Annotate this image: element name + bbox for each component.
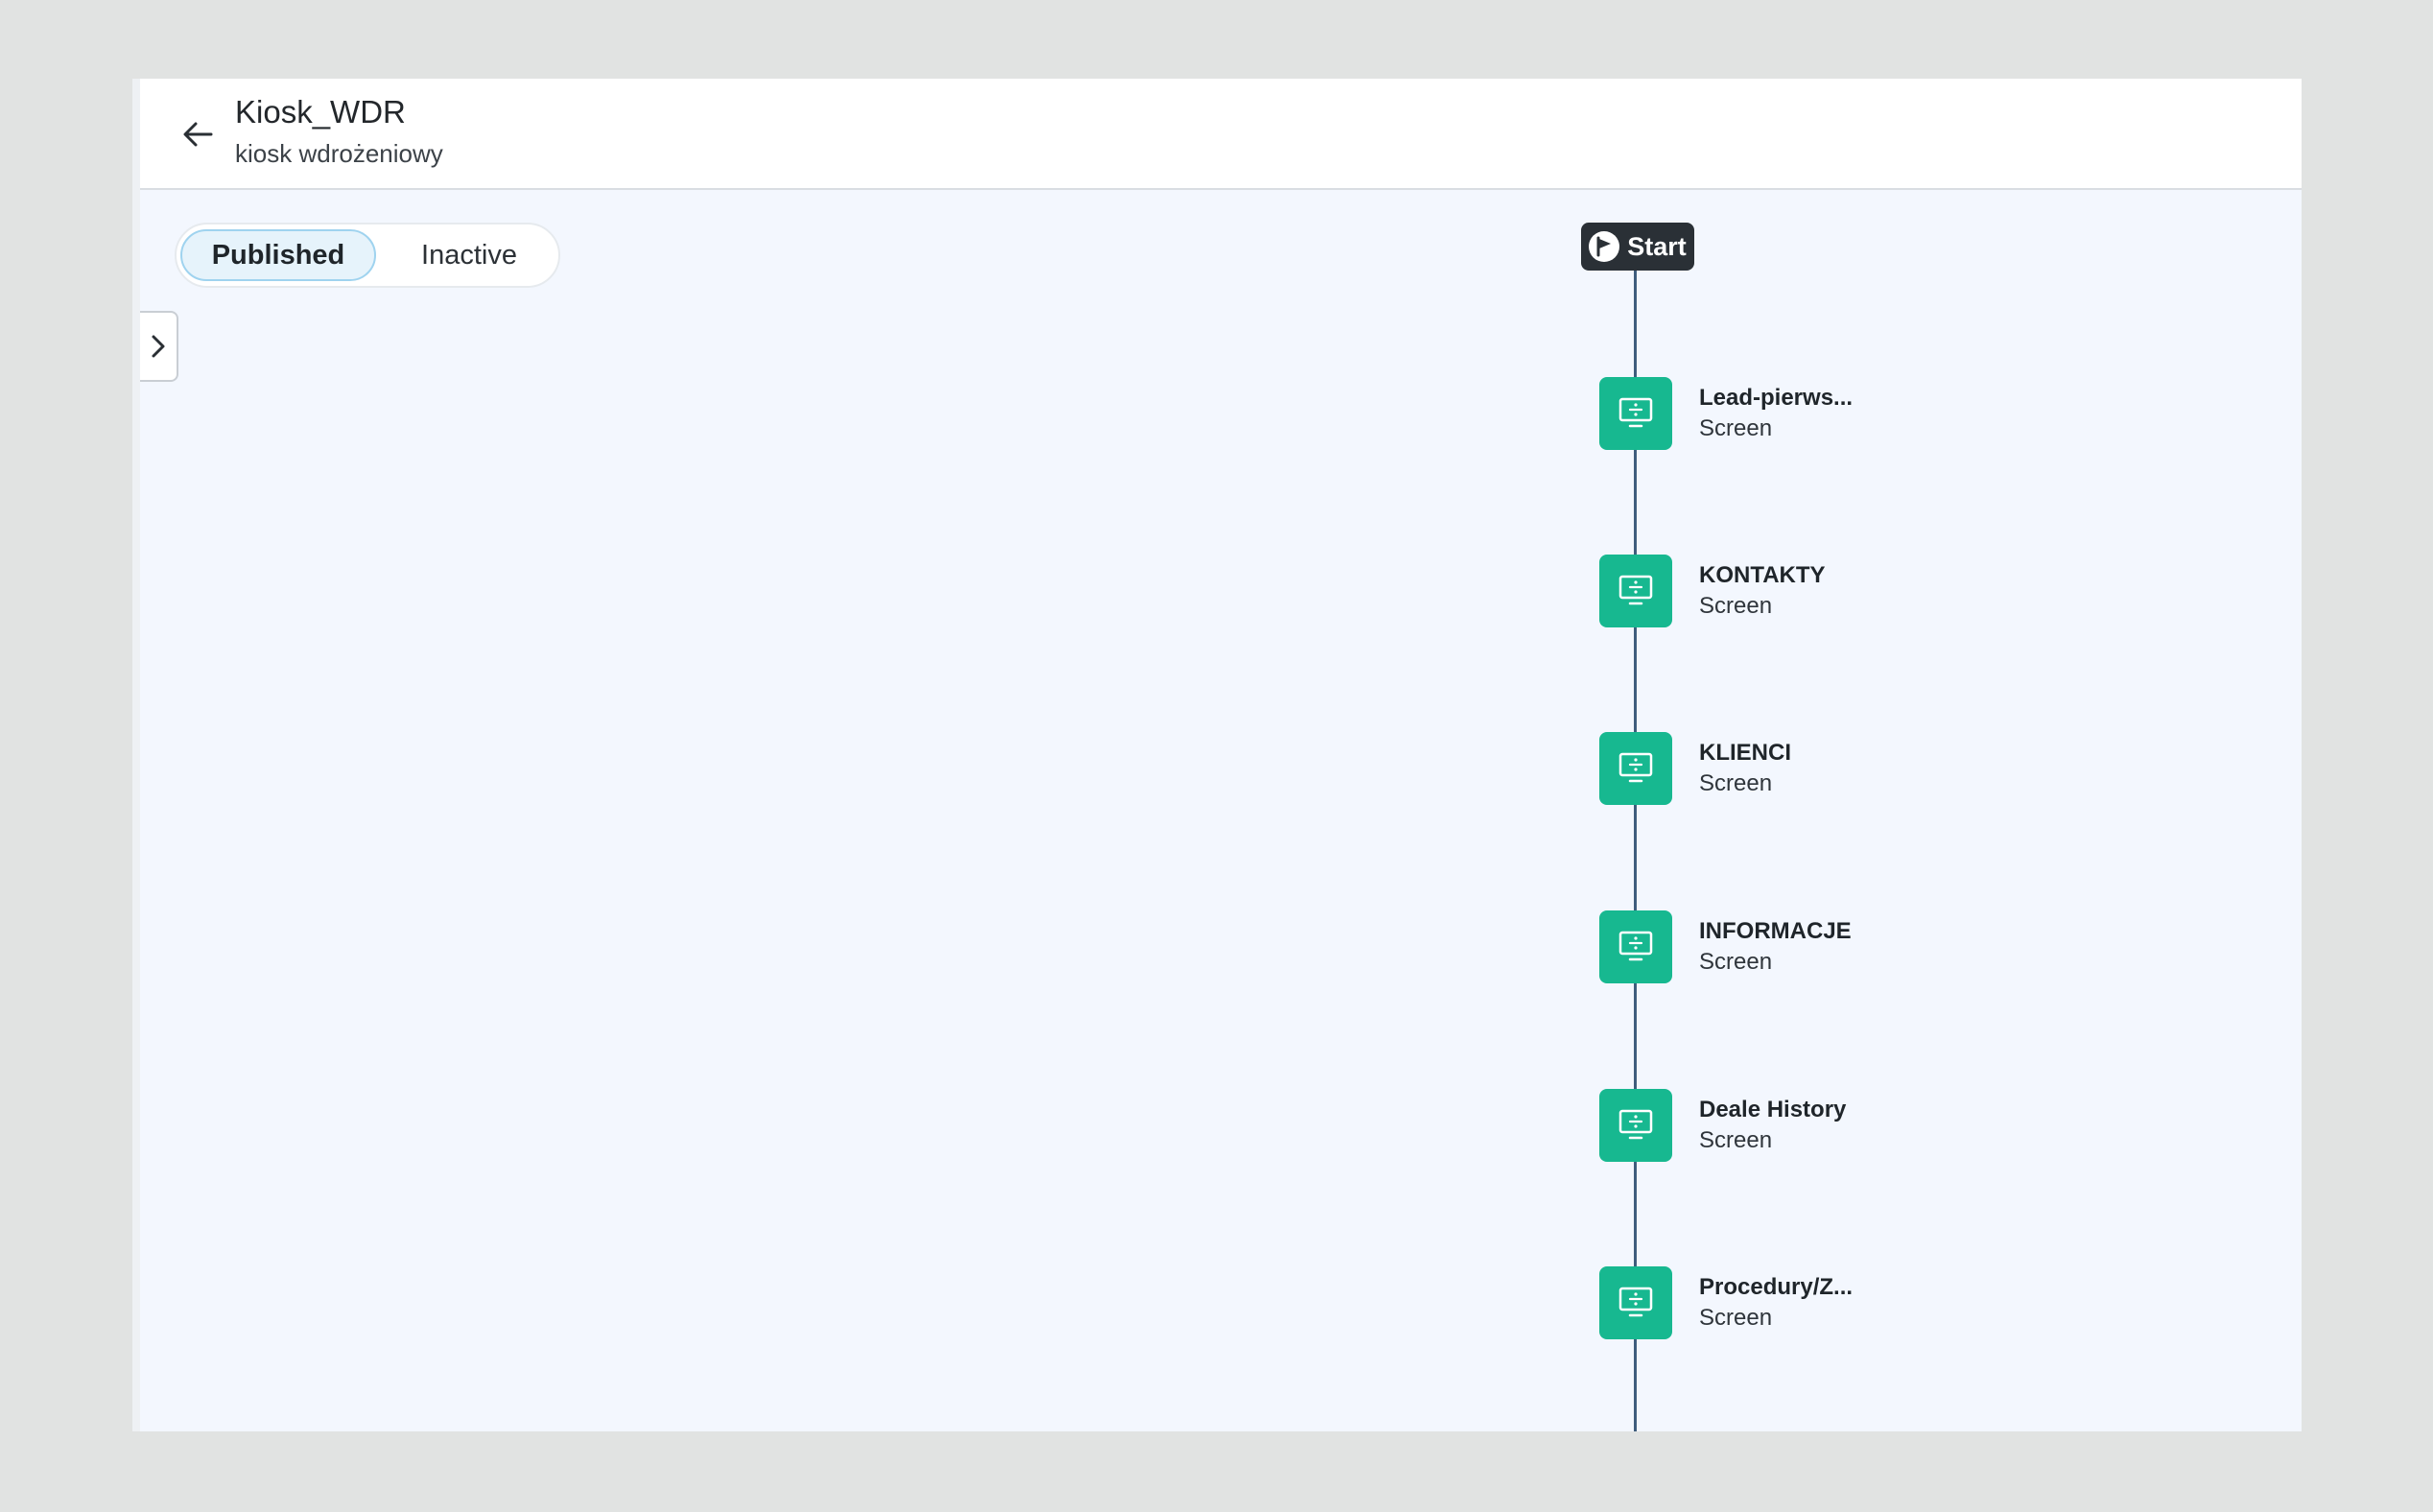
flow-node-name: Lead-pierws... xyxy=(1699,385,1854,411)
chevron-right-icon xyxy=(152,335,165,358)
screen-icon xyxy=(1599,1089,1672,1162)
flow-node-name: KLIENCI xyxy=(1699,740,1791,766)
screen-icon xyxy=(1599,555,1672,627)
left-edge xyxy=(132,79,140,1431)
start-label: Start xyxy=(1627,231,1687,261)
flag-icon xyxy=(1589,231,1620,262)
arrow-left-icon xyxy=(183,122,213,147)
flow-node-type: Screen xyxy=(1699,770,1773,796)
screen-icon xyxy=(1599,910,1672,983)
flow-node-type: Screen xyxy=(1699,949,1773,975)
page-header: Kiosk_WDR kiosk wdrożeniowy xyxy=(140,79,2302,190)
screen-icon xyxy=(1599,377,1672,450)
page-subtitle: kiosk wdrożeniowy xyxy=(235,139,443,168)
expand-panel-button[interactable] xyxy=(140,311,178,382)
back-button[interactable] xyxy=(178,115,217,154)
screen-icon xyxy=(1599,732,1672,805)
flow-node-type: Screen xyxy=(1699,1305,1773,1331)
status-option-inactive[interactable]: Inactive xyxy=(388,229,551,281)
flow-node-type: Screen xyxy=(1699,415,1773,441)
page-title: Kiosk_WDR xyxy=(235,94,406,130)
start-node[interactable]: Start xyxy=(1581,223,1694,271)
status-option-published[interactable]: Published xyxy=(180,229,376,281)
flow-builder-window: Kiosk_WDR kiosk wdrożeniowy Published In… xyxy=(132,79,2302,1431)
status-toggle: Published Inactive xyxy=(175,223,560,288)
flow-node-name: Procedury/Z... xyxy=(1699,1274,1854,1300)
screen-icon xyxy=(1599,1266,1672,1339)
flow-node-name: INFORMACJE xyxy=(1699,918,1852,944)
flow-node-type: Screen xyxy=(1699,1127,1773,1153)
flow-node-name: KONTAKTY xyxy=(1699,562,1826,588)
flow-node-name: Deale History xyxy=(1699,1097,1847,1122)
flow-node-type: Screen xyxy=(1699,593,1773,619)
